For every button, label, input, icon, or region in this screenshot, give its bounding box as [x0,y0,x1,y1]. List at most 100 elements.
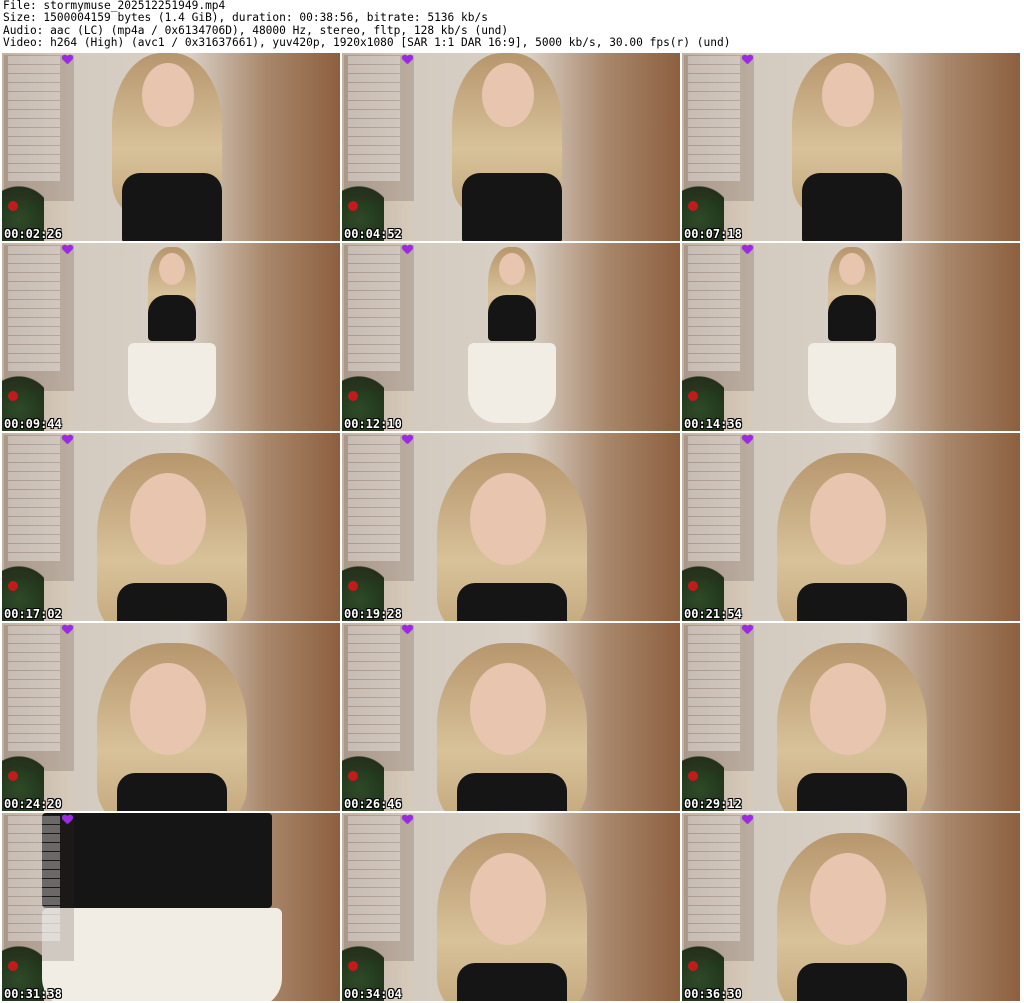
tip-menu-row [688,291,740,299]
tip-menu-row [688,499,740,507]
ornament [348,771,358,781]
tip-menu-row [8,852,60,860]
tip-menu-overlay [684,625,754,771]
tip-menu-row [8,363,60,371]
video-thumbnail: 00:29:12 [682,623,1020,811]
tip-menu-row [348,743,400,751]
tip-menu-row [688,888,740,896]
heart-icon [742,815,752,824]
thumbnail-timestamp: 00:29:12 [684,797,742,811]
tip-menu-row [688,264,740,272]
tip-menu-overlay [684,815,754,961]
video-thumbnail: 00:34:04 [342,813,680,1001]
tip-menu-row [8,110,60,118]
heart-icon [402,55,412,64]
tip-menu-row [8,834,60,842]
tip-menu-row [8,861,60,869]
tip-menu-row [688,734,740,742]
tip-menu-row [348,164,400,172]
tip-menu-row [348,535,400,543]
video-thumbnail: 00:31:38 [2,813,340,1001]
tip-menu-row [688,861,740,869]
tip-menu-row [8,273,60,281]
tip-menu-row [8,924,60,932]
tip-menu-row [348,734,400,742]
tip-menu-row [688,707,740,715]
tip-menu-overlay [344,245,414,391]
tip-menu-row [348,635,400,643]
tip-menu-row [348,363,400,371]
tip-menu-row [8,544,60,552]
tip-menu-row [688,164,740,172]
tip-menu-row [8,508,60,516]
tip-menu-row [8,318,60,326]
tip-menu-row [688,472,740,480]
tip-menu-row [688,56,740,64]
tip-menu-row [8,490,60,498]
tip-menu-row [348,653,400,661]
tip-menu-overlay [344,625,414,771]
tip-menu-row [348,146,400,154]
heart-icon [402,435,412,444]
tip-menu-overlay [4,435,74,581]
tip-menu-row [348,282,400,290]
tip-menu-overlay [344,815,414,961]
ornament [688,391,698,401]
tip-menu-row [8,74,60,82]
tip-menu-row [688,445,740,453]
tip-menu-row [8,282,60,290]
video-thumbnail: 00:21:54 [682,433,1020,621]
tip-menu-row [8,345,60,353]
tip-menu-row [688,92,740,100]
video-thumbnail: 00:19:28 [342,433,680,621]
tip-menu-row [688,363,740,371]
tip-menu-overlay [344,435,414,581]
ornament [348,391,358,401]
tip-menu-row [348,454,400,462]
video-info: Video: h264 (High) (avc1 / 0x31637661), … [3,37,731,50]
tip-menu-row [348,354,400,362]
tip-menu-row [688,671,740,679]
thumbnail-timestamp: 00:02:26 [4,227,62,241]
tip-menu-row [348,933,400,941]
tip-menu-row [688,345,740,353]
tip-menu-row [348,155,400,163]
tip-menu-row [8,300,60,308]
tip-menu-row [8,825,60,833]
tip-menu-row [348,852,400,860]
tip-menu-row [8,915,60,923]
tip-menu-row [8,680,60,688]
tip-menu-row [8,327,60,335]
thumbnail-timestamp: 00:09:44 [4,417,62,431]
tip-menu-row [688,662,740,670]
tip-menu-row [8,671,60,679]
thumbnail-timestamp: 00:31:38 [4,987,62,1001]
tip-menu-row [8,481,60,489]
video-thumbnail: 00:24:20 [2,623,340,811]
tip-menu-row [688,354,740,362]
tip-menu-row [348,508,400,516]
tip-menu-overlay [684,245,754,391]
tip-menu-row [688,327,740,335]
video-thumbnail: 00:02:26 [2,53,340,241]
tip-menu-row [688,282,740,290]
tip-menu-row [8,716,60,724]
tip-menu-row [8,526,60,534]
video-thumbnail: 00:26:46 [342,623,680,811]
heart-icon [62,245,72,254]
tip-menu-row [8,698,60,706]
tip-menu-row [348,318,400,326]
tip-menu-row [348,861,400,869]
tip-menu-row [348,345,400,353]
tip-menu-row [8,499,60,507]
tip-menu-row [348,626,400,634]
tip-menu-row [688,65,740,73]
tip-menu-row [348,644,400,652]
thumbnail-timestamp: 00:19:28 [344,607,402,621]
tip-menu-row [8,644,60,652]
tip-menu-row [688,526,740,534]
tip-menu-row [8,255,60,263]
tip-menu-row [688,825,740,833]
tip-menu-row [688,481,740,489]
tip-menu-row [688,83,740,91]
